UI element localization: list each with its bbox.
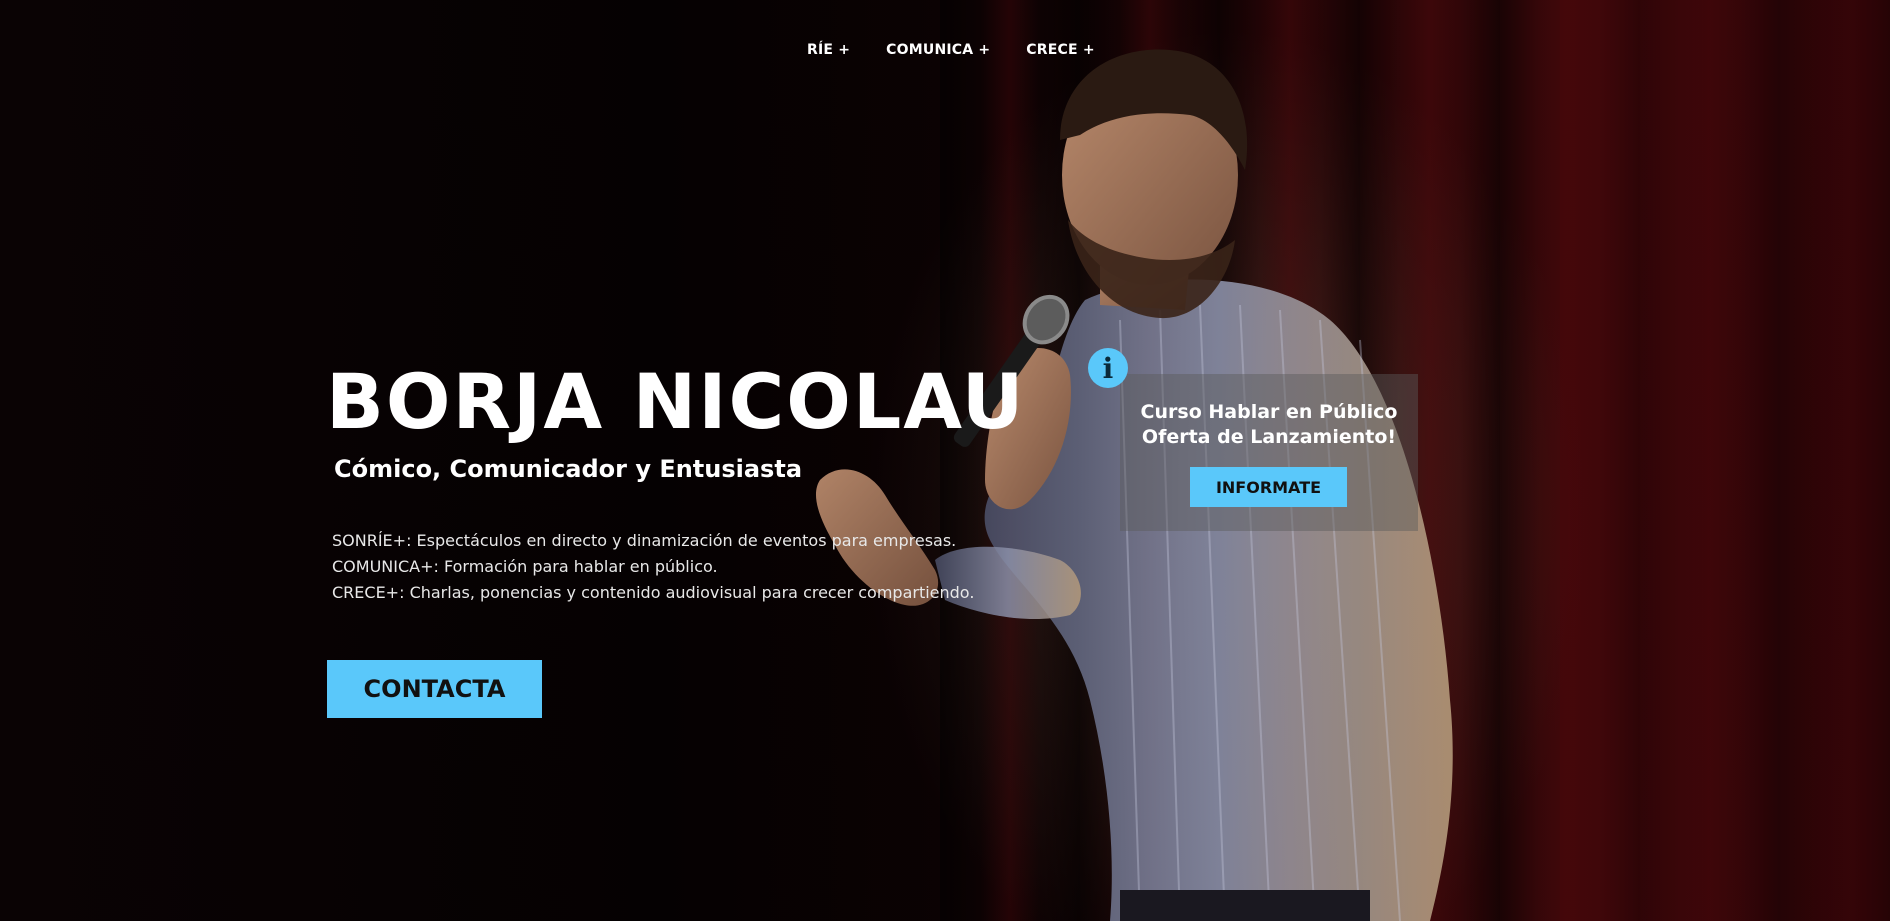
nav-item-comunica[interactable]: COMUNICA + bbox=[886, 42, 990, 58]
main-nav: RÍE + COMUNICA + CRECE + bbox=[807, 42, 1095, 58]
service-comunica: COMUNICA+: Formación para hablar en públ… bbox=[332, 557, 718, 576]
promo-line-course: Curso Hablar en Público bbox=[1140, 401, 1398, 423]
informate-button[interactable]: INFORMATE bbox=[1190, 467, 1347, 507]
nav-item-crece[interactable]: CRECE + bbox=[1026, 42, 1094, 58]
service-crece: CRECE+: Charlas, ponencias y contenido a… bbox=[332, 583, 975, 602]
info-icon[interactable]: i bbox=[1088, 348, 1128, 388]
page-subtitle: Cómico, Comunicador y Entusiasta bbox=[334, 455, 803, 483]
promo-text: Curso Hablar en Público Oferta de Lanzam… bbox=[1120, 400, 1418, 450]
page-title: BORJA NICOLAU bbox=[326, 357, 1026, 446]
promo-card bbox=[1120, 374, 1418, 531]
performer-photo bbox=[815, 49, 1453, 921]
hero-section: RÍE + COMUNICA + CRECE + BORJA NICOLAU C… bbox=[0, 0, 1890, 921]
services-list: SONRÍE+: Espectáculos en directo y dinam… bbox=[332, 528, 974, 606]
nav-item-rie[interactable]: RÍE + bbox=[807, 42, 850, 58]
contact-button[interactable]: CONTACTA bbox=[327, 660, 542, 718]
service-sonrie: SONRÍE+: Espectáculos en directo y dinam… bbox=[332, 531, 957, 550]
promo-line-offer: Oferta de Lanzamiento! bbox=[1141, 426, 1397, 448]
